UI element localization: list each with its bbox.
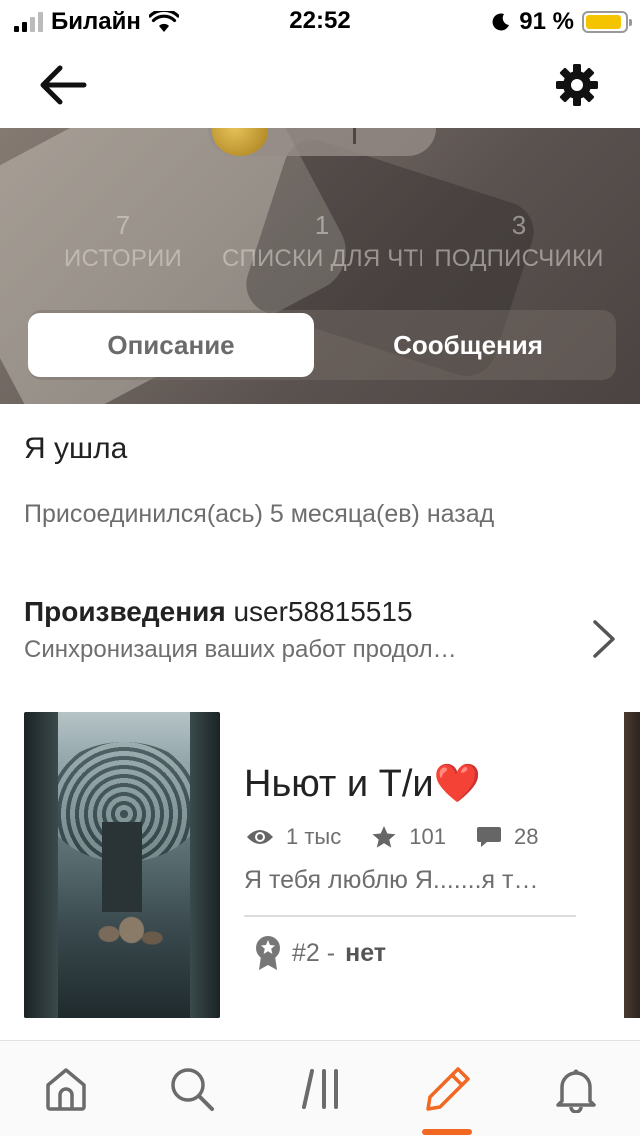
next-story-cover-peek[interactable] [624,712,640,1018]
about-text: Я ушла [24,432,128,465]
works-subtitle: Синхронизация ваших работ продол… [24,636,457,663]
story-views: 1 тыс [246,824,341,850]
tab-messages[interactable]: Сообщения [320,313,616,377]
stat-stories-count: 7 [115,210,131,240]
story-cover-image[interactable] [24,712,220,1018]
coin-pill-divider [353,128,356,144]
cover-gate-art [102,822,142,912]
battery-percent: 91 % [519,8,574,35]
stat-reading-lists[interactable]: 1 СПИСКИ ДЛЯ ЧТЕ [222,210,422,274]
profile-tabs: Описание Сообщения [28,310,616,380]
comment-icon [476,827,501,847]
stat-followers-label: ПОДПИСЧИКИ [434,245,604,272]
active-tab-indicator [422,1129,472,1135]
arrow-left-icon[interactable] [36,62,90,108]
write-pencil-icon[interactable] [424,1065,472,1113]
top-navigation [0,42,640,128]
story-votes: 101 [371,824,446,850]
star-icon [372,826,396,848]
tab-description[interactable]: Описание [28,313,314,377]
library-icon[interactable] [298,1065,346,1113]
chevron-right-icon[interactable] [590,618,618,660]
rank-tag: нет [345,938,387,967]
stat-followers-count: 3 [511,210,527,240]
views-count: 1 тыс [286,824,342,849]
status-right: 91 % [491,8,632,36]
gear-icon[interactable] [554,62,600,108]
story-divider [244,915,576,917]
status-bar: Билайн 22:52 91 % [0,0,640,42]
cover-figures-art [82,902,172,982]
battery-icon [582,11,632,33]
notifications-bell-icon[interactable] [552,1065,600,1113]
eye-icon [247,830,273,844]
works-section-header[interactable]: Произведения user58815515 Синхронизация … [24,596,584,664]
comments-count: 28 [513,824,539,849]
story-stats: 1 тыс 101 28 [246,824,568,850]
story-title-text: Ньют и Т/и [244,763,434,805]
ranking-badge-icon [256,936,280,970]
story-description: Я тебя люблю Я.......я т… [244,866,539,894]
story-title[interactable]: Ньют и Т/и❤️ [244,762,481,806]
profile-banner: 7 ИСТОРИИ 1 СПИСКИ ДЛЯ ЧТЕ 3 ПОДПИСЧИКИ … [0,128,640,404]
battery-fill [586,15,621,29]
works-username: user58815515 [233,596,413,627]
heart-emoji: ❤️ [433,763,481,805]
story-card[interactable]: Ньют и Т/и❤️ 1 тыс 101 28 Я тебя люблю Я… [24,712,624,1018]
bottom-tab-bar [0,1040,640,1136]
votes-count: 101 [409,824,446,849]
stat-stories-label: ИСТОРИИ [64,245,182,272]
rank-number: #2 - [292,938,336,967]
home-icon[interactable] [42,1065,90,1113]
stat-reading-lists-label: СПИСКИ ДЛЯ ЧТЕ [222,245,422,272]
do-not-disturb-moon-icon [492,13,510,31]
works-title: Произведения user58815515 [24,596,584,628]
stat-stories[interactable]: 7 ИСТОРИИ [54,210,192,274]
search-icon[interactable] [168,1065,216,1113]
cover-wall-right [190,712,220,1018]
stat-followers[interactable]: 3 ПОДПИСЧИКИ [432,210,606,274]
works-title-prefix: Произведения [24,596,226,627]
stat-reading-lists-count: 1 [314,210,330,240]
joined-date: Присоединился(ась) 5 месяца(ев) назад [24,500,495,528]
story-comments: 28 [476,824,538,850]
cover-wall-left [24,712,58,1018]
story-rank[interactable]: #2 - нет [254,934,386,972]
